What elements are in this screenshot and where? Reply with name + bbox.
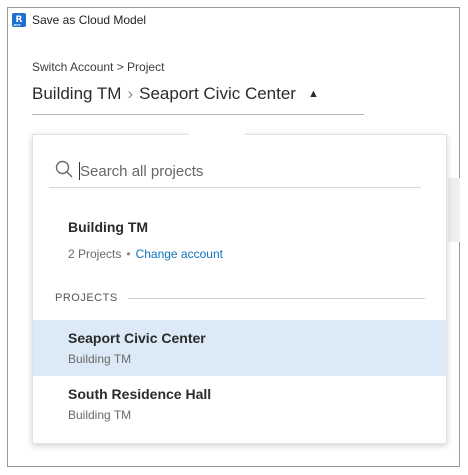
meta-separator: • bbox=[126, 247, 131, 261]
panel-notch bbox=[189, 128, 245, 138]
project-account: Building TM bbox=[68, 352, 132, 366]
account-name: Building TM bbox=[68, 219, 149, 235]
app-icon-sub: RVT bbox=[14, 23, 21, 27]
project-name: South Residence Hall bbox=[68, 386, 212, 402]
project-item-south-residence-hall[interactable]: South Residence Hall Building TM bbox=[33, 376, 446, 432]
project-item-seaport-civic-center[interactable]: Seaport Civic Center Building TM bbox=[33, 320, 446, 376]
breadcrumb-label: Switch Account > Project bbox=[32, 60, 165, 74]
breadcrumb-project[interactable]: Seaport Civic Center bbox=[139, 84, 296, 104]
search-input[interactable] bbox=[80, 162, 380, 180]
caret-up-icon[interactable]: ▲ bbox=[308, 88, 319, 100]
search-box[interactable] bbox=[49, 155, 421, 188]
revit-app-icon: R RVT bbox=[12, 13, 26, 27]
breadcrumb-selector[interactable]: Building TM › Seaport Civic Center ▲ bbox=[32, 84, 319, 104]
search-icon bbox=[49, 160, 73, 183]
projects-section-label: PROJECTS bbox=[55, 292, 118, 304]
window-title: Save as Cloud Model bbox=[32, 13, 147, 27]
project-count: 2 Projects bbox=[68, 247, 122, 261]
project-dropdown-panel: Building TM 2 Projects • Change account … bbox=[32, 134, 447, 444]
breadcrumb-account[interactable]: Building TM bbox=[32, 84, 121, 104]
project-name: Seaport Civic Center bbox=[68, 330, 206, 346]
projects-section-header: PROJECTS bbox=[55, 292, 425, 304]
breadcrumb-separator: › bbox=[127, 84, 134, 103]
background-strip bbox=[448, 178, 460, 242]
project-account: Building TM bbox=[68, 408, 132, 422]
account-meta: 2 Projects • Change account bbox=[68, 247, 223, 261]
section-divider bbox=[127, 297, 425, 299]
title-bar[interactable]: R RVT Save as Cloud Model bbox=[8, 8, 459, 32]
breadcrumb-underline bbox=[32, 114, 364, 115]
change-account-link[interactable]: Change account bbox=[136, 247, 223, 261]
